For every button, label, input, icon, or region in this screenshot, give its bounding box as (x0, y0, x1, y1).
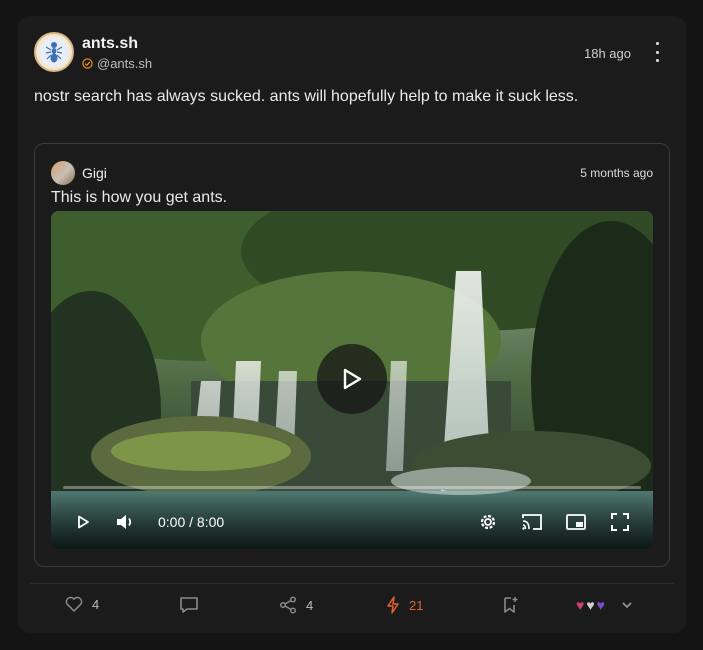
heart-outline-icon (65, 596, 83, 612)
repost-button[interactable]: 4 (279, 596, 313, 614)
play-button[interactable] (71, 510, 95, 534)
video-controls: 0:00 / 8:00 (51, 494, 653, 549)
author-name[interactable]: ants.sh (82, 35, 138, 53)
video-player[interactable]: 0:00 / 8:00 (51, 211, 653, 549)
red-heart-icon: ♥ (576, 597, 585, 613)
cast-icon (522, 514, 542, 530)
picture-in-picture-button[interactable] (564, 510, 588, 534)
fullscreen-button[interactable] (608, 510, 632, 534)
author-handle-text: @ants.sh (97, 56, 153, 71)
post-text: nostr search has always sucked. ants wil… (34, 88, 579, 105)
volume-icon (117, 515, 132, 529)
zap-button[interactable]: 21 (386, 596, 423, 614)
white-heart-icon: ♥ (586, 597, 595, 613)
author-avatar[interactable] (34, 32, 74, 72)
share-icon (279, 596, 297, 614)
post-timestamp[interactable]: 18h ago (584, 46, 631, 61)
like-count: 4 (92, 596, 100, 612)
reactions-summary[interactable]: ♥ ♥ ♥ (576, 597, 633, 613)
video-progress-bar[interactable] (63, 486, 641, 489)
video-timecode: 0:00 / 8:00 (158, 514, 225, 530)
fullscreen-icon (611, 513, 629, 531)
chevron-down-icon[interactable] (621, 601, 633, 609)
ant-logo-icon (39, 37, 69, 67)
more-options-icon[interactable] (652, 42, 662, 62)
actions-divider (30, 583, 674, 584)
author-handle[interactable]: @ants.sh (82, 56, 152, 71)
gear-icon (480, 514, 496, 530)
quoted-timestamp[interactable]: 5 months ago (580, 166, 653, 180)
picture-in-picture-icon (566, 514, 586, 530)
like-button[interactable]: 4 (65, 596, 99, 612)
reply-button[interactable] (179, 596, 199, 614)
note-card: ants.sh @ants.sh 18h ago nostr search ha… (18, 16, 686, 633)
purple-heart-icon: ♥ (596, 597, 605, 613)
play-small-icon (78, 515, 89, 529)
bookmark-button[interactable] (502, 596, 518, 614)
comment-icon (180, 597, 198, 613)
repost-count: 4 (306, 597, 314, 613)
zap-count: 21 (409, 597, 424, 613)
lightning-icon (387, 596, 399, 614)
play-icon (343, 368, 362, 390)
settings-button[interactable] (476, 510, 500, 534)
play-overlay-button[interactable] (317, 344, 387, 414)
volume-button[interactable] (113, 510, 137, 534)
bookmark-add-icon (504, 597, 518, 613)
quoted-author-name[interactable]: Gigi (82, 165, 107, 181)
quoted-note[interactable]: Gigi 5 months ago This is how you get an… (34, 143, 670, 567)
action-bar: 4 4 21 ♥ ♥ ♥ (18, 594, 686, 620)
verified-icon (82, 58, 93, 69)
cast-button[interactable] (520, 510, 544, 534)
quoted-text: This is how you get ants. (51, 189, 228, 206)
quoted-author-avatar[interactable] (51, 161, 75, 185)
